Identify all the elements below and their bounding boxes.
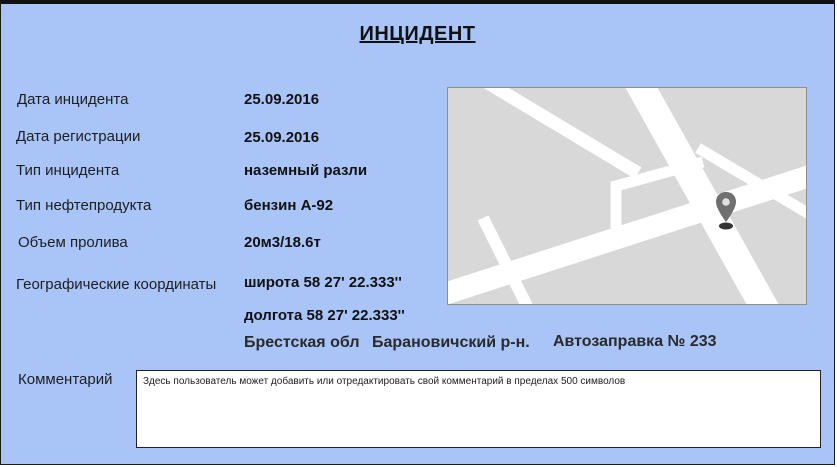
oil-product-type-value: бензин А-92 [244, 197, 334, 214]
registration-date-value: 25.09.2016 [244, 129, 320, 146]
district-value: Барановичский р-н. [372, 334, 530, 351]
map-pin-icon[interactable] [714, 192, 738, 230]
longitude-value: долгота 58 27' 22.333'' [244, 307, 405, 324]
incident-type-value: наземный разли [244, 162, 368, 179]
incident-panel: ИНЦИДЕНТ Дата инцидента Дата регистрации… [0, 0, 835, 465]
latitude-value: широта 58 27' 22.333'' [244, 274, 402, 291]
coordinates-label: Географические координаты [16, 276, 217, 293]
incident-date-value: 25.09.2016 [244, 91, 320, 108]
region-value: Брестская обл [244, 334, 360, 351]
page-title: ИНЦИДЕНТ [359, 23, 476, 45]
comment-label: Комментарий [18, 371, 113, 388]
registration-date-label: Дата регистрации [16, 128, 141, 145]
map-roads [448, 88, 806, 304]
incident-map[interactable] [447, 87, 807, 305]
incident-date-label: Дата инцидента [17, 91, 129, 108]
station-value: Автозаправка № 233 [553, 333, 717, 350]
spill-volume-value: 20м3/18.6т [244, 234, 321, 251]
comment-input[interactable]: Здесь пользователь может добавить или от… [136, 370, 821, 448]
incident-type-label: Тип инцидента [16, 162, 120, 179]
oil-product-type-label: Тип нефтепродукта [16, 197, 152, 214]
spill-volume-label: Объем пролива [18, 234, 128, 251]
